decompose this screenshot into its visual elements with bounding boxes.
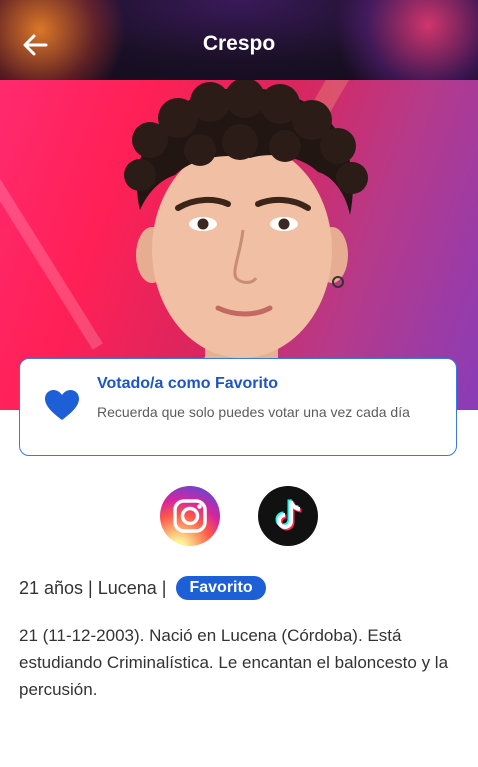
social-links <box>0 486 478 546</box>
profile-bio: 21 (11-12-2003). Nació en Lucena (Córdob… <box>19 626 449 699</box>
favorite-vote-card: Votado/a como Favorito Recuerda que solo… <box>19 358 457 456</box>
tiktok-icon <box>275 498 302 531</box>
instagram-button[interactable] <box>160 486 220 546</box>
tiktok-button[interactable] <box>258 486 318 546</box>
favorite-card-title: Votado/a como Favorito <box>97 375 279 392</box>
instagram-icon <box>173 499 207 533</box>
favorite-card-description: Recuerda que solo puedes votar una vez c… <box>97 404 410 420</box>
page-title: Crespo <box>202 32 276 55</box>
top-bar: Crespo <box>0 0 478 80</box>
profile-meta: 21 años | Lucena | Favorito <box>19 576 266 600</box>
profile-meta-text: 21 años | Lucena | <box>19 577 167 598</box>
status-badge: Favorito <box>176 576 266 600</box>
heart-icon <box>45 390 79 420</box>
